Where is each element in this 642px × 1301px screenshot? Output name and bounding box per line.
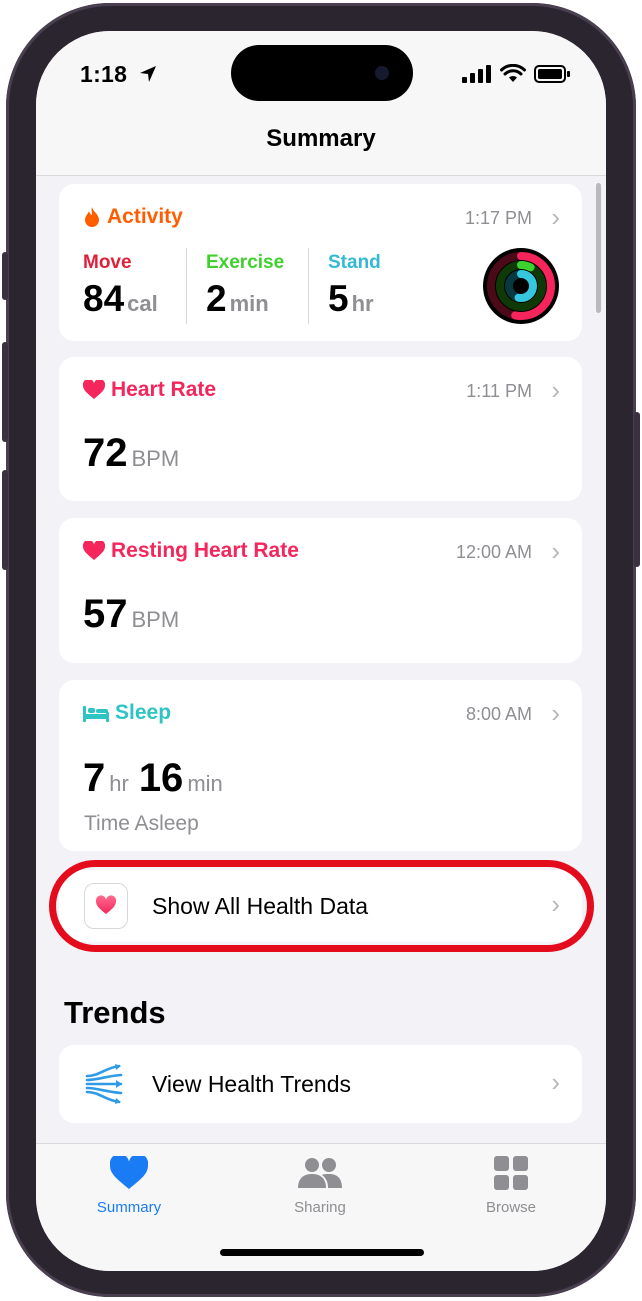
move-label: Move [83,252,132,273]
chevron-right-icon: › [551,1067,560,1097]
trends-icon [85,1064,123,1104]
resting-heart-rate-value: 57 [83,592,128,636]
screen: 1:18 Summary Activity 1:17 PM › Move 84 … [36,31,606,1271]
bed-icon [83,706,109,722]
tab-sharing[interactable]: Sharing [260,1156,380,1216]
sleep-card[interactable]: Sleep 8:00 AM › 7 hr 16 min Time Asleep [59,680,582,851]
heart-rate-time: 1:11 PM [466,381,532,401]
chevron-right-icon: › [551,536,560,566]
sleep-label: Sleep [115,701,172,724]
exercise-label: Exercise [206,252,285,273]
view-health-trends-label: View Health Trends [152,1071,352,1097]
heart-rate-title: Heart Rate [83,378,216,402]
status-time: 1:18 [80,61,128,87]
divider [308,248,309,324]
highlight-annotation [49,860,594,952]
tab-summary-label: Summary [96,1199,162,1216]
heart-icon [83,380,105,399]
volume-down-button [2,470,8,570]
divider [186,248,187,324]
sleep-hours-value: 7 [83,756,106,800]
chevron-right-icon: › [551,202,560,232]
move-unit: cal [127,291,158,316]
resting-heart-rate-label: Resting Heart Rate [111,539,299,562]
resting-heart-rate-unit: BPM [131,607,180,632]
wifi-icon [500,64,526,82]
sleep-minutes-unit: min [187,771,223,796]
view-health-trends-button[interactable]: View Health Trends › [59,1045,582,1123]
people-icon [298,1158,342,1188]
resting-heart-rate-card[interactable]: Resting Heart Rate 12:00 AM › 57 BPM [59,518,582,663]
battery-icon [534,64,570,83]
sleep-caption: Time Asleep [84,812,199,835]
tab-browse[interactable]: Browse [451,1156,571,1216]
volume-up-button [2,342,8,442]
scrollbar[interactable] [596,183,601,313]
cellular-signal-icon [462,64,491,83]
sleep-title: Sleep [83,701,171,725]
chevron-right-icon: › [551,375,560,405]
exercise-metric: Exercise 2 min [206,252,284,320]
resting-heart-rate-title: Resting Heart Rate [83,539,299,563]
grid-icon [494,1156,528,1190]
heart-rate-card[interactable]: Heart Rate 1:11 PM › 72 BPM [59,357,582,501]
heart-icon [83,541,105,560]
tab-browse-label: Browse [485,1199,537,1216]
action-button [2,252,8,300]
tab-summary[interactable]: Summary [69,1153,189,1216]
resting-heart-rate-reading: 57 BPM [83,592,179,637]
heart-icon [109,1153,149,1189]
sleep-time: 8:00 AM [465,704,532,724]
exercise-unit: min [229,291,269,316]
stand-value: 5 [328,278,349,319]
dynamic-island [231,45,413,101]
activity-rings-icon [483,248,559,324]
activity-card[interactable]: Activity 1:17 PM › Move 84 cal Exercise 2… [59,184,582,341]
chevron-right-icon: › [551,698,560,728]
resting-heart-rate-time: 12:00 AM [455,542,532,562]
move-metric: Move 84 cal [83,252,158,320]
activity-title-label: Activity [107,205,183,228]
sleep-minutes-value: 16 [138,756,184,800]
activity-time: 1:17 PM [464,208,532,228]
navigation-bar: 1:18 Summary [36,31,606,176]
sleep-hours-unit: hr [109,771,129,796]
sleep-duration: 7 hr 16 min [83,756,223,801]
stand-unit: hr [351,291,374,316]
page-title: Summary [266,125,376,152]
heart-rate-label: Heart Rate [111,378,217,401]
activity-title: Activity [83,205,183,229]
power-button [634,412,640,567]
home-indicator[interactable] [220,1249,424,1256]
stand-metric: Stand 5 hr [328,252,381,320]
location-arrow-icon [140,66,156,82]
heart-rate-reading: 72 BPM [83,431,179,476]
heart-rate-value: 72 [83,431,128,475]
tab-sharing-label: Sharing [294,1199,346,1216]
heart-rate-unit: BPM [131,446,180,471]
exercise-value: 2 [206,278,227,319]
status-indicators [462,64,570,83]
stand-label: Stand [328,252,381,273]
trends-section-title: Trends [64,995,166,1030]
move-value: 84 [83,278,125,319]
flame-icon [85,207,99,227]
